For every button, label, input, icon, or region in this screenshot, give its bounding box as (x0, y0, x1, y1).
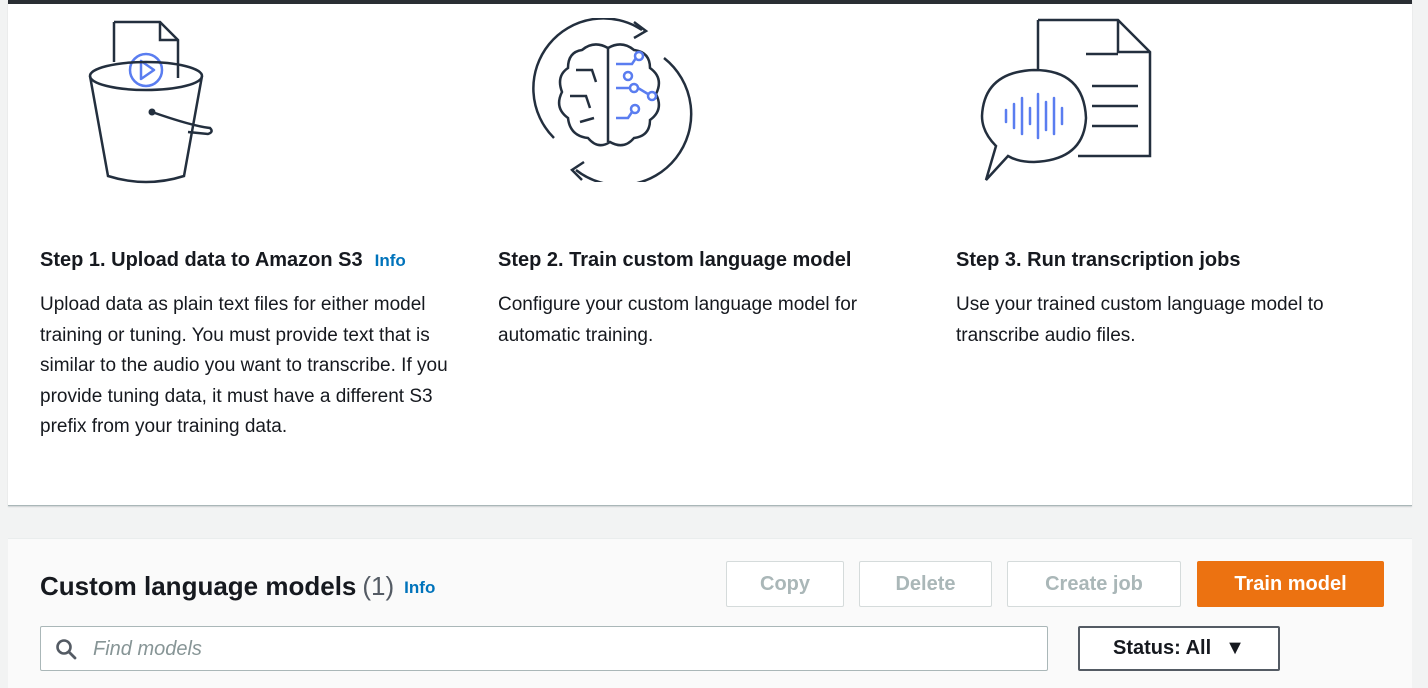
getting-started-steps-card: Step 1. Upload data to Amazon S3 Info Upl… (8, 0, 1412, 506)
status-filter-select[interactable]: Status: All ▼ (1078, 626, 1280, 671)
train-model-button[interactable]: Train model (1197, 561, 1384, 607)
transcription-document-icon (980, 18, 1152, 181)
models-info-link[interactable]: Info (404, 578, 435, 597)
step-title: Step 1. Upload data to Amazon S3 Info (40, 248, 406, 273)
step-title-text: Step 1. Upload data to Amazon S3 (40, 249, 363, 271)
step-title: Step 2. Train custom language model (498, 249, 852, 271)
search-icon (56, 639, 77, 660)
step-description: Use your trained custom language model t… (956, 294, 1324, 346)
step-description: Configure your custom language model for… (498, 294, 858, 346)
step-1-info-link[interactable]: Info (375, 251, 406, 270)
caret-down-icon: ▼ (1225, 637, 1245, 659)
step-description: Upload data as plain text files for eith… (40, 294, 448, 437)
search-box[interactable] (40, 626, 1048, 672)
models-header: Custom language models (1) Info (40, 570, 435, 604)
models-count: (1) (362, 571, 395, 601)
status-filter-label: Status: All (1113, 637, 1212, 659)
create-job-button[interactable]: Create job (1007, 561, 1181, 607)
brain-training-icon (532, 18, 693, 182)
models-title: Custom language models (40, 571, 357, 601)
step-title: Step 3. Run transcription jobs (956, 249, 1241, 271)
search-input[interactable] (91, 627, 1035, 672)
custom-language-models-panel: Custom language models (1) Info Copy Delet… (8, 538, 1412, 688)
s3-bucket-icon (88, 20, 213, 184)
copy-button[interactable]: Copy (726, 561, 844, 607)
delete-button[interactable]: Delete (859, 561, 992, 607)
